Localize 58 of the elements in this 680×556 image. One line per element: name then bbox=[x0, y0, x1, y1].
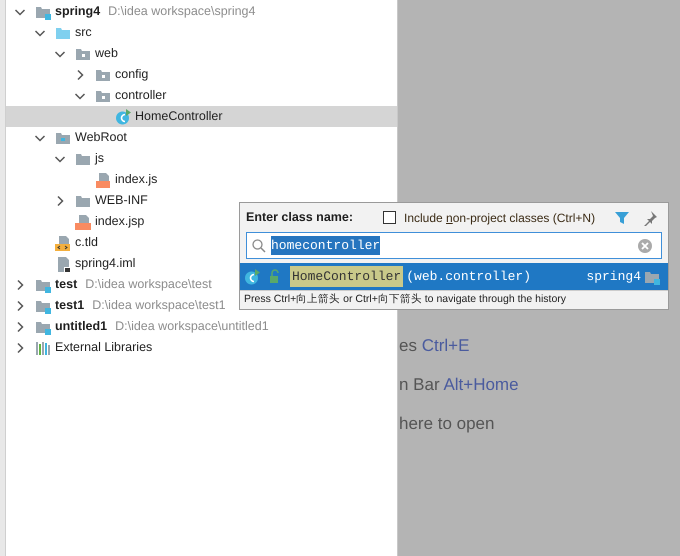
tree-item[interactable]: spring4 D:\idea workspace\spring4 bbox=[6, 1, 397, 22]
item-path: D:\idea workspace\test1 bbox=[92, 297, 226, 314]
class-icon bbox=[244, 268, 260, 284]
module-name: spring4 bbox=[586, 268, 641, 286]
tree-item[interactable]: config bbox=[6, 64, 397, 85]
checkbox-label[interactable]: Include non-project classes (Ctrl+N) bbox=[404, 208, 596, 226]
item-label: js bbox=[95, 150, 104, 168]
result-item[interactable]: HomeController (web.controller) spring4 bbox=[240, 263, 668, 290]
jsp-file-icon bbox=[75, 214, 91, 230]
libraries-icon bbox=[35, 340, 51, 356]
shortcut-text: Ctrl+E bbox=[422, 336, 470, 355]
clear-icon bbox=[637, 238, 653, 254]
tree-item[interactable]: controller bbox=[6, 85, 397, 106]
hint-text: es bbox=[399, 336, 417, 355]
popup-title: Enter class name: bbox=[246, 209, 353, 226]
item-label: WebRoot bbox=[75, 129, 127, 146]
tree-item[interactable]: index.js bbox=[6, 169, 397, 190]
hint-text: n Bar bbox=[399, 375, 440, 394]
item-label: src bbox=[75, 24, 92, 42]
js-file-icon bbox=[95, 172, 111, 188]
item-label: c.tld bbox=[75, 234, 98, 252]
hint-text: here to open bbox=[399, 414, 494, 433]
item-label: index.jsp bbox=[95, 213, 144, 230]
tree-item[interactable]: untitled1 D:\idea workspace\untitled1 bbox=[6, 316, 397, 337]
tree-item[interactable]: HomeController bbox=[6, 106, 397, 127]
tree-item[interactable]: WebRoot bbox=[6, 127, 397, 148]
tld-file-icon bbox=[55, 234, 71, 250]
item-path: D:\idea workspace\spring4 bbox=[108, 3, 256, 20]
item-label: test1 bbox=[55, 297, 84, 314]
checkbox[interactable] bbox=[383, 211, 396, 224]
class-name: HomeController bbox=[290, 266, 404, 288]
search-field[interactable]: homecontroller bbox=[246, 232, 662, 259]
item-label: config bbox=[115, 66, 148, 84]
item-label: spring4.iml bbox=[75, 255, 136, 272]
item-label: untitled1 bbox=[55, 318, 108, 336]
item-label: test bbox=[55, 276, 78, 294]
pin-icon bbox=[642, 210, 658, 226]
module-file-icon bbox=[55, 256, 71, 272]
item-label: web bbox=[95, 45, 118, 62]
item-label: External Libraries bbox=[55, 339, 152, 356]
item-label: WEB-INF bbox=[95, 192, 148, 210]
tree-item[interactable]: WEB-INF bbox=[6, 190, 397, 211]
tree-item[interactable]: External Libraries bbox=[6, 337, 397, 358]
item-label: index.js bbox=[115, 171, 158, 188]
shortcut-text: Alt+Home bbox=[443, 375, 519, 394]
tree-item[interactable]: src bbox=[6, 22, 397, 43]
search-value: homecontroller bbox=[271, 236, 380, 256]
search-icon bbox=[251, 238, 267, 254]
filter-icon bbox=[614, 210, 630, 226]
item-path: D:\idea workspace\untitled1 bbox=[115, 318, 269, 336]
item-label: spring4 bbox=[55, 3, 100, 20]
item-path: D:\idea workspace\test bbox=[85, 276, 212, 294]
item-label: HomeController bbox=[135, 108, 223, 126]
class-icon bbox=[115, 108, 131, 124]
item-label: controller bbox=[115, 87, 166, 104]
tree-item[interactable]: web bbox=[6, 43, 397, 64]
package-name: (web.controller) bbox=[406, 268, 532, 286]
tree-item[interactable]: js bbox=[6, 148, 397, 169]
